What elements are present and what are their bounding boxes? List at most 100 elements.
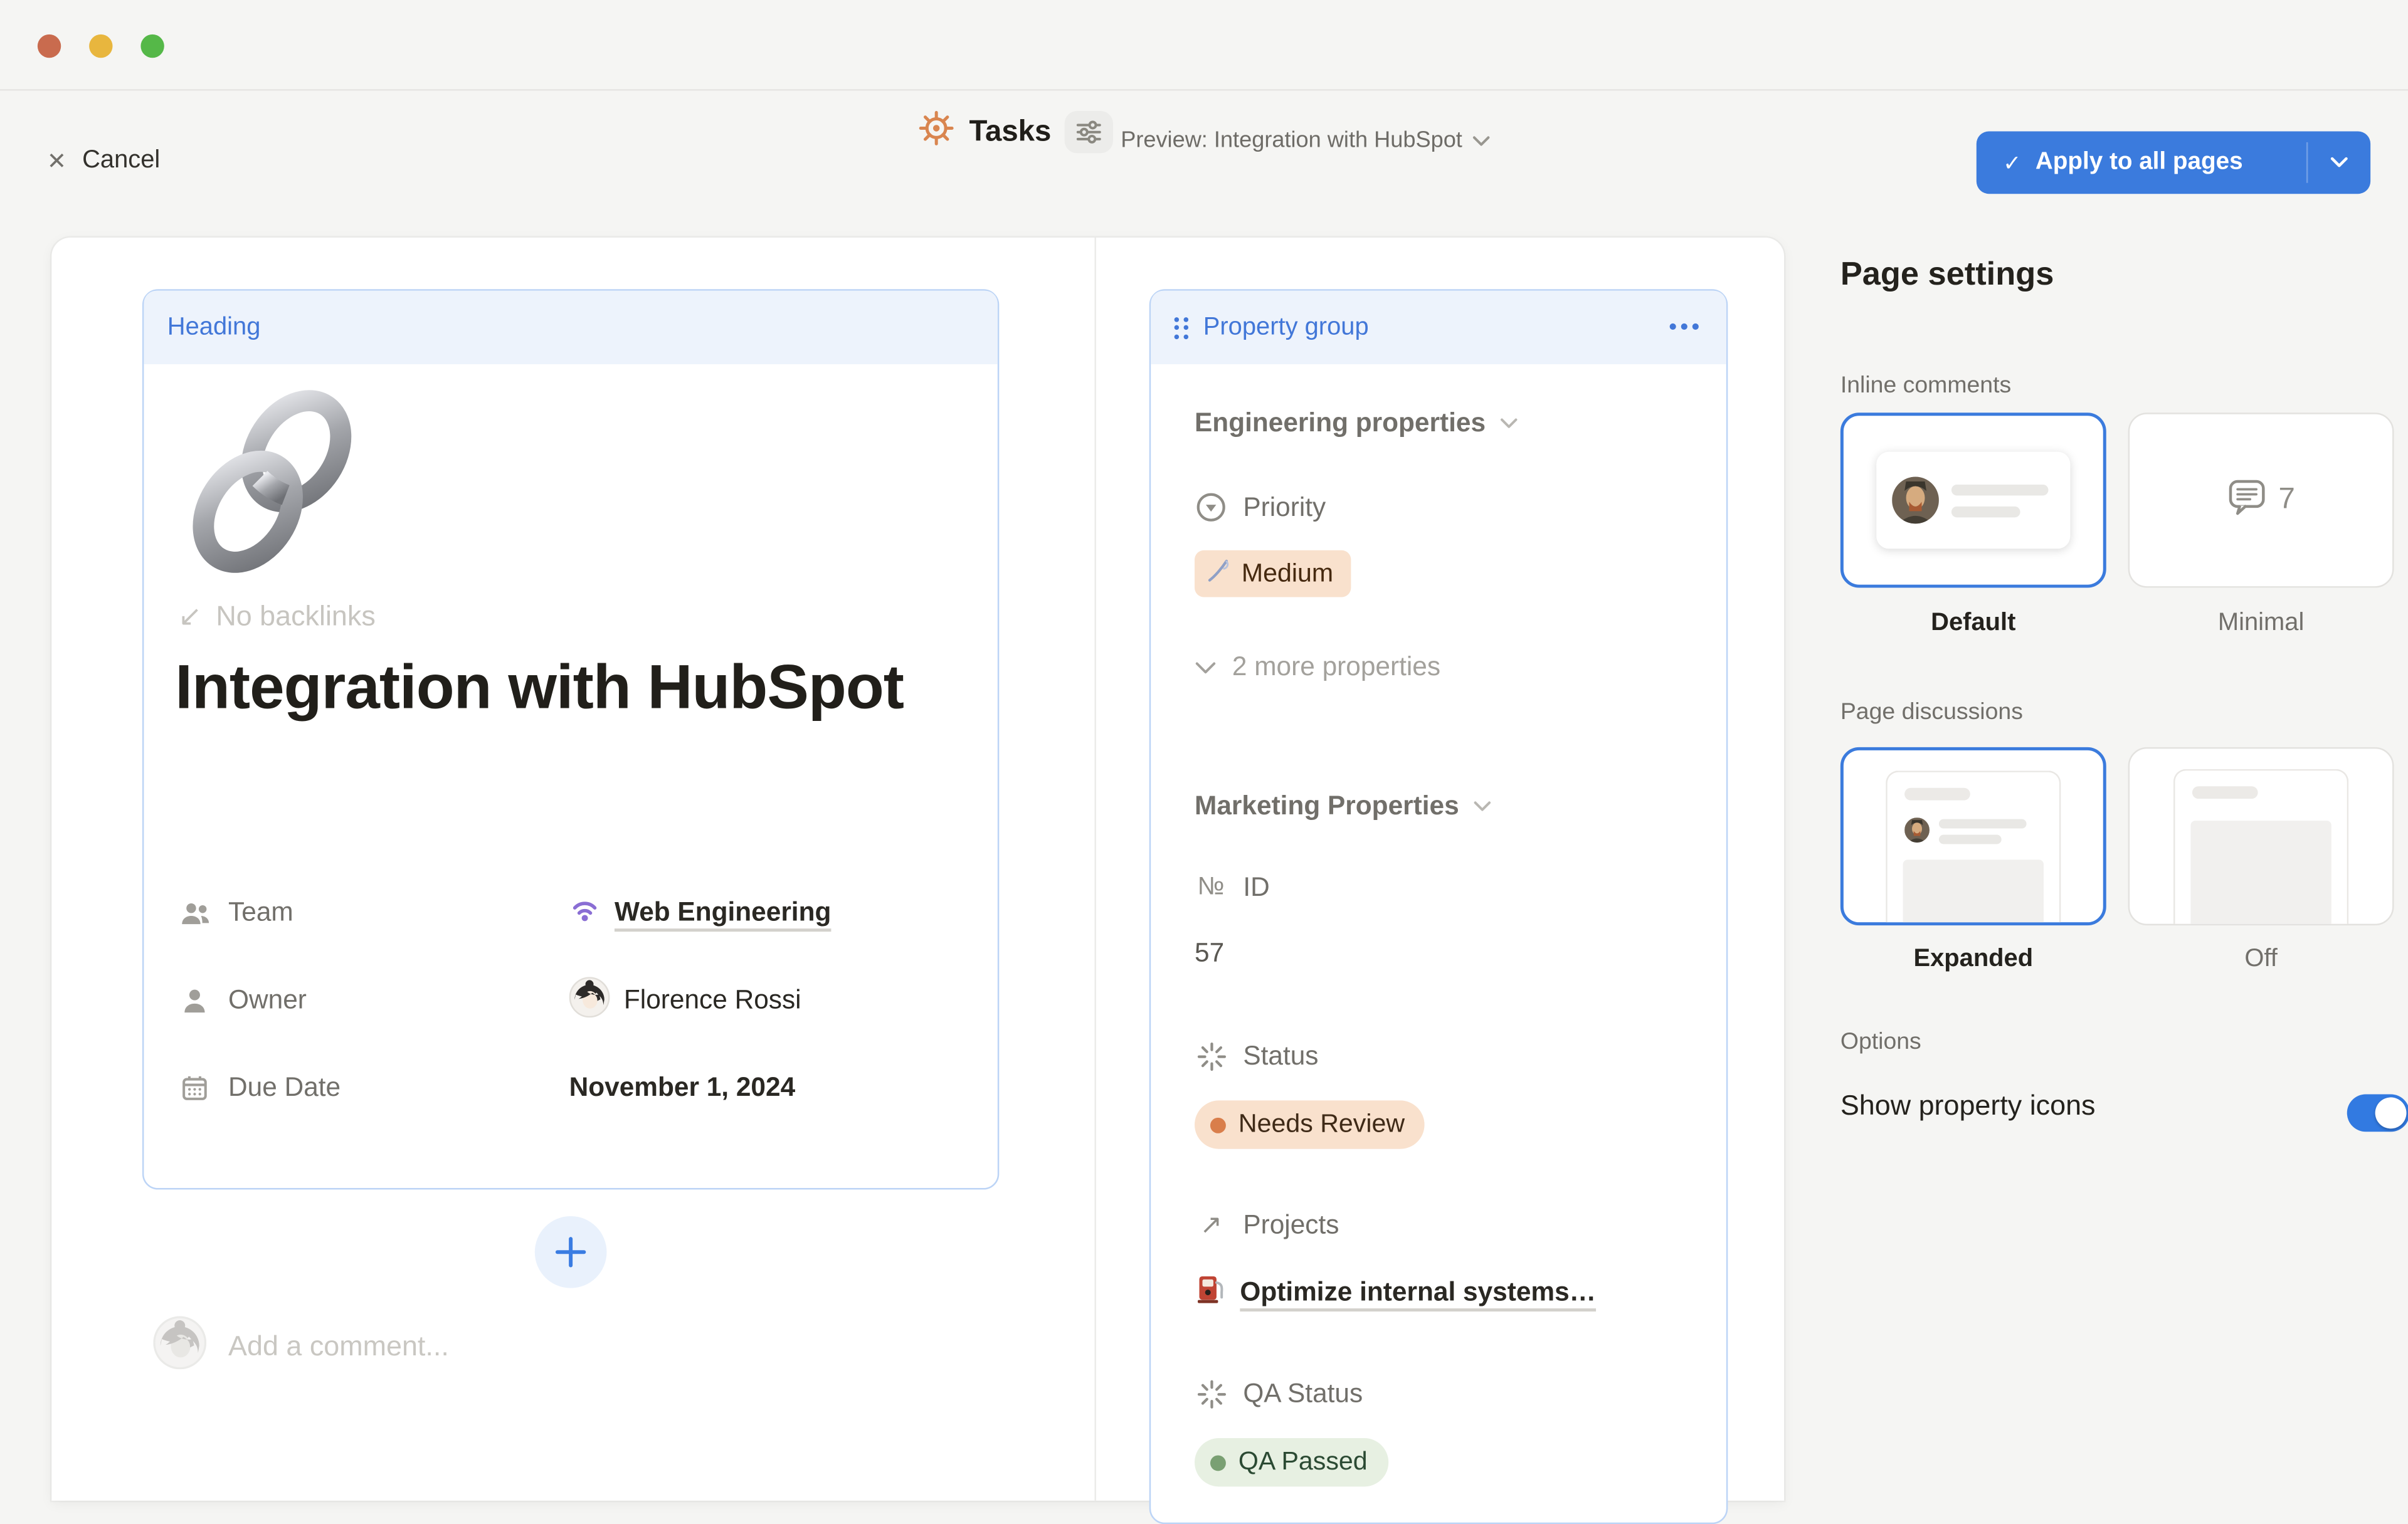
apply-dropdown-button[interactable]	[2308, 131, 2370, 194]
owner-avatar	[569, 976, 610, 1024]
owner-property-row[interactable]: Owner Florence Rossi	[178, 979, 801, 1022]
teamspace-icon	[569, 893, 601, 932]
text-line	[1939, 819, 2027, 829]
show-property-icons-label: Show property icons	[1840, 1090, 2096, 1122]
more-properties-label: 2 more properties	[1232, 652, 1440, 683]
off-option-label: Off	[2128, 946, 2394, 974]
chevron-down-icon	[1500, 418, 1519, 430]
mini-title-line	[2192, 786, 2258, 799]
property-group-label: Property group	[1203, 313, 1369, 342]
projects-property-label-row[interactable]: ↗ Projects	[1195, 1210, 1339, 1241]
discussions-off-option[interactable]	[2128, 747, 2394, 925]
comment-input-row[interactable]: Add a comment...	[153, 1316, 448, 1377]
sliders-icon	[1076, 120, 1102, 144]
team-value-link[interactable]: Web Engineering	[615, 897, 831, 928]
traffic-light-zoom[interactable]	[140, 34, 164, 58]
group2-title: Marketing Properties	[1195, 791, 1459, 822]
property-group-header: Property group •••	[1151, 291, 1726, 364]
inline-comments-minimal-option[interactable]: 7	[2128, 413, 2394, 587]
heading-block-card[interactable]: Heading ↙ No	[142, 289, 999, 1189]
show-property-icons-toggle[interactable]	[2347, 1094, 2408, 1132]
priority-label: Priority	[1243, 491, 1326, 523]
comment-bubble-icon	[2227, 476, 2268, 524]
traffic-light-close[interactable]	[38, 34, 61, 58]
apply-to-all-pages-button[interactable]: ✓ Apply to all pages	[1977, 131, 2370, 194]
drag-handle-icon[interactable]	[1175, 317, 1188, 339]
team-label: Team	[228, 897, 293, 928]
status-dot	[1210, 1117, 1226, 1133]
doc-title: Tasks	[969, 115, 1052, 149]
due-date-value[interactable]: November 1, 2024	[569, 1073, 796, 1104]
text-line	[1939, 835, 2002, 844]
priority-icon	[1195, 491, 1227, 523]
preview-selector[interactable]: Preview: Integration with HubSpot	[1121, 128, 1491, 153]
helm-wheel-icon	[917, 110, 955, 155]
discussions-expanded-option[interactable]	[1840, 747, 2106, 925]
column-divider	[1094, 238, 1096, 1501]
apply-label: Apply to all pages	[2036, 149, 2243, 177]
team-property-row[interactable]: Team Web Engineering	[178, 891, 831, 935]
page-icon-chain-links[interactable]	[175, 384, 369, 586]
plus-icon	[554, 1235, 588, 1269]
mini-title-line	[1904, 788, 1970, 801]
titlebar-divider	[0, 89, 2408, 90]
close-icon: ✕	[47, 147, 66, 175]
qa-status-value-pill[interactable]: QA Passed	[1195, 1438, 1388, 1486]
project-link[interactable]: Optimize internal systems…	[1240, 1277, 1596, 1308]
cancel-button[interactable]: ✕ Cancel	[47, 147, 161, 175]
heading-block-label: Heading	[167, 313, 261, 342]
qa-status-label: QA Status	[1243, 1379, 1363, 1410]
comment-preview-card	[1876, 452, 2070, 549]
minimal-option-label: Minimal	[2128, 609, 2394, 638]
text-line	[1951, 485, 2049, 495]
relation-arrow-icon: ↗	[1195, 1210, 1227, 1241]
id-property-label-row[interactable]: № ID	[1195, 872, 1270, 903]
numero-icon: №	[1195, 874, 1227, 902]
page-discussions-label: Page discussions	[1840, 699, 2023, 725]
chevron-down-icon	[2330, 156, 2348, 169]
projects-label: Projects	[1243, 1210, 1339, 1241]
layout-options-button[interactable]	[1065, 111, 1114, 153]
priority-property-label-row[interactable]: Priority	[1195, 491, 1326, 523]
status-property-label-row[interactable]: Status	[1195, 1041, 1318, 1073]
traffic-light-minimize[interactable]	[89, 34, 112, 58]
id-label: ID	[1243, 872, 1269, 903]
more-menu-button[interactable]: •••	[1669, 314, 1703, 340]
inline-comments-default-option[interactable]	[1840, 413, 2106, 587]
add-block-button[interactable]	[535, 1216, 607, 1288]
backlinks-label: No backlinks	[216, 601, 375, 633]
page-title[interactable]: Integration with HubSpot	[175, 650, 910, 725]
mini-page-preview	[1886, 770, 2061, 925]
status-value: Needs Review	[1238, 1110, 1405, 1139]
backlink-arrow-icon: ↙	[178, 601, 202, 633]
calendar-icon	[178, 1073, 211, 1103]
priority-value-tag[interactable]: Medium	[1195, 550, 1351, 597]
qa-status-property-label-row[interactable]: QA Status	[1195, 1379, 1363, 1410]
chevron-down-icon	[1473, 801, 1492, 813]
id-value[interactable]: 57	[1195, 938, 1224, 969]
status-label: Status	[1243, 1041, 1318, 1073]
qa-status-spinner-icon	[1195, 1379, 1227, 1410]
qa-status-value: QA Passed	[1238, 1448, 1368, 1477]
property-group-card[interactable]: Property group ••• Engineering propertie…	[1149, 289, 1728, 1524]
priority-value: Medium	[1242, 559, 1333, 588]
chevron-down-icon	[1473, 135, 1490, 146]
document-header: Tasks Preview: Integration with HubSpot	[917, 110, 1490, 155]
app-window: ✕ Cancel Tasks	[0, 0, 2408, 1501]
due-date-property-row[interactable]: Due Date November 1, 2024	[178, 1066, 795, 1110]
group-engineering-properties[interactable]: Engineering properties	[1195, 408, 1518, 439]
portrait-avatar	[1904, 817, 1930, 850]
portrait-avatar	[1892, 477, 1939, 532]
backlinks-row[interactable]: ↙ No backlinks	[178, 601, 376, 633]
group-marketing-properties[interactable]: Marketing Properties	[1195, 791, 1492, 822]
text-line	[1951, 507, 2020, 517]
comment-placeholder[interactable]: Add a comment...	[228, 1330, 449, 1363]
status-value-pill[interactable]: Needs Review	[1195, 1100, 1425, 1148]
more-properties-toggle[interactable]: 2 more properties	[1195, 652, 1440, 683]
content-block	[2190, 821, 2331, 925]
owner-label: Owner	[228, 985, 307, 1016]
page-settings-title: Page settings	[1840, 256, 2054, 294]
project-relation-row[interactable]: Optimize internal systems…	[1195, 1273, 1596, 1313]
expanded-option-label: Expanded	[1840, 946, 2106, 974]
owner-value[interactable]: Florence Rossi	[624, 985, 801, 1016]
